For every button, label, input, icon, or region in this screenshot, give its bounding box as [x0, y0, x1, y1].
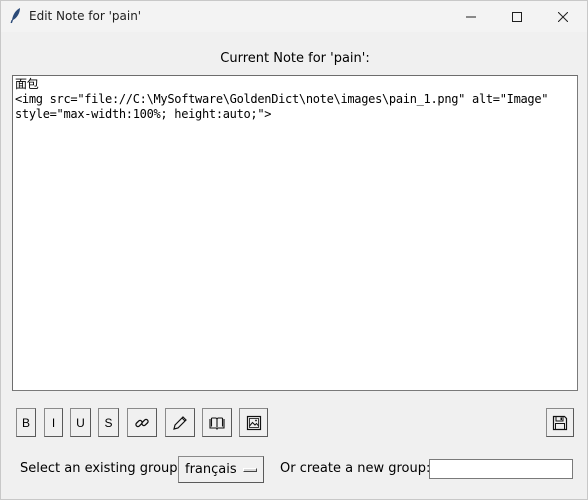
existing-group-label: Select an existing group:	[20, 461, 182, 476]
link-icon	[135, 418, 149, 427]
bold-label: B	[21, 415, 30, 430]
book-icon	[209, 416, 225, 430]
edit-note-window: Edit Note for 'pain' Current Note for 'p…	[0, 0, 588, 500]
close-icon	[558, 11, 568, 22]
insert-link-button[interactable]	[127, 408, 157, 437]
underline-label: U	[76, 415, 85, 430]
bold-button[interactable]: B	[16, 408, 36, 437]
note-line: <img src="file://C:\MySoftware\GoldenDic…	[15, 92, 549, 106]
pen-icon	[173, 415, 187, 430]
strikethrough-label: S	[104, 415, 113, 430]
note-line: 面包	[15, 77, 39, 91]
existing-group-value: français	[185, 462, 237, 477]
new-group-label: Or create a new group:	[280, 461, 431, 476]
close-button[interactable]	[540, 1, 586, 32]
maximize-button[interactable]	[494, 1, 540, 32]
underline-button[interactable]: U	[70, 408, 91, 437]
feather-icon	[10, 8, 22, 24]
note-line: style="max-width:100%; height:auto;">	[15, 107, 272, 121]
note-heading: Current Note for 'pain':	[220, 51, 370, 66]
save-icon	[552, 415, 568, 430]
maximize-icon	[512, 11, 522, 22]
save-button[interactable]	[546, 408, 574, 437]
book-button[interactable]	[202, 408, 232, 437]
pen-button[interactable]	[165, 408, 195, 437]
image-icon	[246, 415, 261, 430]
new-group-input[interactable]	[429, 459, 573, 479]
minimize-button[interactable]	[448, 1, 494, 32]
italic-label: I	[51, 415, 56, 430]
minimize-icon	[466, 16, 476, 17]
title-bar[interactable]: Edit Note for 'pain'	[1, 1, 587, 32]
insert-image-button[interactable]	[239, 408, 268, 437]
existing-group-dropdown[interactable]: français	[178, 456, 264, 483]
dropdown-indicator-icon	[243, 468, 257, 472]
italic-button[interactable]: I	[44, 408, 63, 437]
strikethrough-button[interactable]: S	[98, 408, 119, 437]
note-text-editor[interactable]: 面包 <img src="file://C:\MySoftware\Golden…	[12, 75, 578, 391]
window-title: Edit Note for 'pain'	[29, 9, 142, 23]
